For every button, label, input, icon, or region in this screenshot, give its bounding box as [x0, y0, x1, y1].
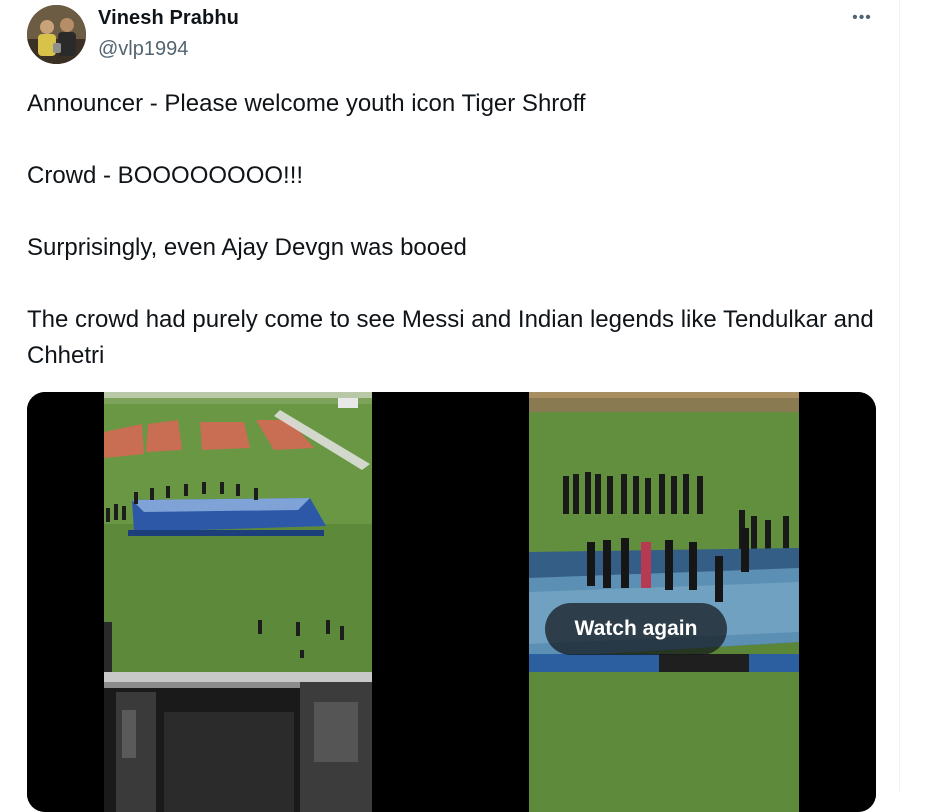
video-1-frame [104, 392, 372, 812]
video-2-frame [529, 392, 799, 812]
timeline-border [899, 0, 900, 791]
video-1[interactable] [27, 392, 450, 812]
video-2[interactable] [454, 392, 876, 812]
tweet-line: Announcer - Please welcome youth icon Ti… [27, 90, 586, 117]
more-options-button[interactable]: ••• [846, 4, 878, 32]
more-horizontal-icon: ••• [852, 9, 872, 26]
media-container [27, 392, 876, 812]
tweet-line: Crowd - BOOOOOOOO!!! [27, 162, 304, 189]
tweet-text: Announcer - Please welcome youth icon Ti… [27, 86, 877, 374]
avatar[interactable] [27, 5, 86, 64]
author-display-name[interactable]: Vinesh Prabhu [98, 7, 239, 30]
tweet-line: The crowd had purely come to see Messi a… [27, 306, 874, 369]
author-handle[interactable]: @vlp1994 [98, 38, 188, 61]
watch-again-button[interactable]: Watch again [545, 603, 727, 655]
tweet-line: Surprisingly, even Ajay Devgn was booed [27, 234, 467, 261]
